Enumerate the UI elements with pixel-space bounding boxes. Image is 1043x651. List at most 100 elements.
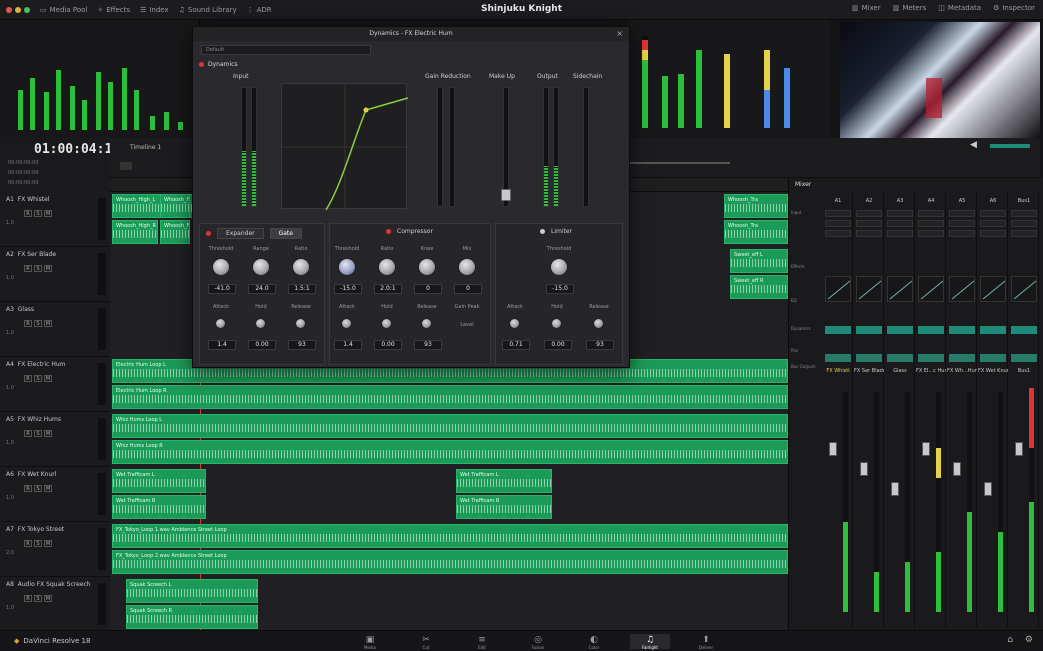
dynamics-slot[interactable] xyxy=(980,230,1006,237)
make-up-fader[interactable] xyxy=(501,189,511,201)
audio-clip[interactable]: Sweet_eff R xyxy=(730,275,788,299)
page-tab-deliver[interactable]: ⬆ Deliver xyxy=(686,634,726,650)
ratio-value[interactable]: 1.5:1 xyxy=(288,284,316,294)
record-arm-button[interactable]: R xyxy=(24,320,32,327)
page-tab-edit[interactable]: ≡ Edit xyxy=(462,634,502,650)
bus-output-button[interactable] xyxy=(918,354,944,362)
gate-tab[interactable]: Gate xyxy=(269,228,302,239)
mute-button[interactable]: M xyxy=(44,540,52,547)
audio-clip[interactable]: Whoosh_Fly xyxy=(160,220,190,244)
zoom-slider[interactable] xyxy=(630,162,730,164)
mute-button[interactable]: M xyxy=(44,375,52,382)
threshold-value[interactable]: -41.0 xyxy=(208,284,236,294)
solo-button[interactable]: S xyxy=(34,320,42,327)
track-header[interactable]: A2 FX Ser Blade R S M 1.0 xyxy=(0,247,110,302)
solo-button[interactable]: S xyxy=(34,595,42,602)
dynamics-indicator[interactable] xyxy=(949,326,975,334)
attack-knob[interactable] xyxy=(215,318,226,329)
channel-fader[interactable] xyxy=(860,462,868,476)
solo-button[interactable]: S xyxy=(34,210,42,217)
input-selector[interactable] xyxy=(825,210,851,217)
limiter-hold-value[interactable]: 0.00 xyxy=(544,340,572,350)
solo-button[interactable]: S xyxy=(34,485,42,492)
comp-release-value[interactable]: 93 xyxy=(414,340,442,350)
range-value[interactable]: 24.0 xyxy=(248,284,276,294)
track-header[interactable]: A8 Audio FX Squak Screech R S M 1.0 xyxy=(0,577,110,632)
page-tab-fusion[interactable]: ◎ Fusion xyxy=(518,634,558,650)
audio-clip[interactable]: Squak Screech L xyxy=(126,579,258,603)
inspector-toggle-button[interactable]: ⚙ Inspector xyxy=(993,4,1035,12)
input-selector[interactable] xyxy=(1011,210,1037,217)
audio-clip[interactable]: Whoosh_High_R xyxy=(112,220,158,244)
effects-slot[interactable] xyxy=(1011,220,1037,227)
mute-button[interactable]: M xyxy=(44,485,52,492)
audio-clip[interactable]: Whoosh_Tra xyxy=(724,220,788,244)
comp-mix-value[interactable]: 0 xyxy=(454,284,482,294)
audio-clip[interactable]: Sweet_eff L xyxy=(730,249,788,273)
limiter-enable-icon[interactable] xyxy=(540,229,545,234)
page-tab-color[interactable]: ◐ Color xyxy=(574,634,614,650)
audio-clip[interactable]: Wet Trafficam L xyxy=(112,469,206,493)
threshold-knob[interactable] xyxy=(212,258,230,276)
adr-button[interactable]: ⋮ ADR xyxy=(247,6,272,14)
input-selector[interactable] xyxy=(918,210,944,217)
dynamics-slot[interactable] xyxy=(1011,230,1037,237)
bus-output-button[interactable] xyxy=(856,354,882,362)
close-icon[interactable]: × xyxy=(616,29,623,38)
bus-output-button[interactable] xyxy=(1011,354,1037,362)
comp-knee-value[interactable]: 0 xyxy=(414,284,442,294)
mute-button[interactable]: M xyxy=(44,210,52,217)
bus-output-button[interactable] xyxy=(825,354,851,362)
eq-graph[interactable] xyxy=(918,276,944,302)
edit-mode-icon[interactable] xyxy=(120,162,132,170)
channel-fader[interactable] xyxy=(1015,442,1023,456)
comp-hold-knob[interactable] xyxy=(381,318,392,329)
dynamics-indicator[interactable] xyxy=(856,326,882,334)
comp-hold-value[interactable]: 0.00 xyxy=(374,340,402,350)
record-arm-button[interactable]: R xyxy=(24,210,32,217)
effects-slot[interactable] xyxy=(949,220,975,227)
dynamics-enable[interactable]: Dynamics xyxy=(199,61,238,68)
dynamics-slot[interactable] xyxy=(887,230,913,237)
dynamics-indicator[interactable] xyxy=(918,326,944,334)
audio-clip[interactable]: Wet Trafficam R xyxy=(112,495,206,519)
limiter-hold-knob[interactable] xyxy=(551,318,562,329)
solo-button[interactable]: S xyxy=(34,540,42,547)
comp-knee-knob[interactable] xyxy=(418,258,436,276)
timeline-selector[interactable]: Timeline 1 xyxy=(130,144,161,151)
dynamics-slot[interactable] xyxy=(856,230,882,237)
limiter-threshold-value[interactable]: -15.0 xyxy=(546,284,574,294)
dynamics-indicator[interactable] xyxy=(887,326,913,334)
audio-clip[interactable]: Squak Screech R xyxy=(126,605,258,629)
meters-toggle-button[interactable]: ▥ Meters xyxy=(893,4,927,12)
limiter-threshold-knob[interactable] xyxy=(550,258,568,276)
mixer-toggle-button[interactable]: ▥ Mixer xyxy=(852,4,881,12)
eq-graph[interactable] xyxy=(825,276,851,302)
page-tab-media[interactable]: ▣ Media xyxy=(350,634,390,650)
record-arm-button[interactable]: R xyxy=(24,540,32,547)
window-controls[interactable] xyxy=(6,6,30,13)
input-selector[interactable] xyxy=(887,210,913,217)
release-knob[interactable] xyxy=(295,318,306,329)
limiter-attack-value[interactable]: 0.71 xyxy=(502,340,530,350)
track-header[interactable]: A6 FX Wet Knurl R S M 1.0 xyxy=(0,467,110,522)
comp-threshold-knob[interactable] xyxy=(338,258,356,276)
range-knob[interactable] xyxy=(252,258,270,276)
track-header[interactable]: A7 FX Tokyo Street R S M 2.0 xyxy=(0,522,110,577)
effects-slot[interactable] xyxy=(980,220,1006,227)
mute-button[interactable]: M xyxy=(44,320,52,327)
dynamics-indicator[interactable] xyxy=(1011,326,1037,334)
record-arm-button[interactable]: R xyxy=(24,430,32,437)
ratio-knob[interactable] xyxy=(292,258,310,276)
hold-knob[interactable] xyxy=(255,318,266,329)
eq-graph[interactable] xyxy=(887,276,913,302)
comp-attack-value[interactable]: 1.4 xyxy=(334,340,362,350)
eq-graph[interactable] xyxy=(1011,276,1037,302)
bus-output-button[interactable] xyxy=(949,354,975,362)
bus-output-button[interactable] xyxy=(980,354,1006,362)
limiter-attack-knob[interactable] xyxy=(509,318,520,329)
audio-clip[interactable]: Whiz Hums Loop L xyxy=(112,414,788,438)
comp-attack-knob[interactable] xyxy=(341,318,352,329)
channel-fader[interactable] xyxy=(984,482,992,496)
bus-output-button[interactable] xyxy=(887,354,913,362)
